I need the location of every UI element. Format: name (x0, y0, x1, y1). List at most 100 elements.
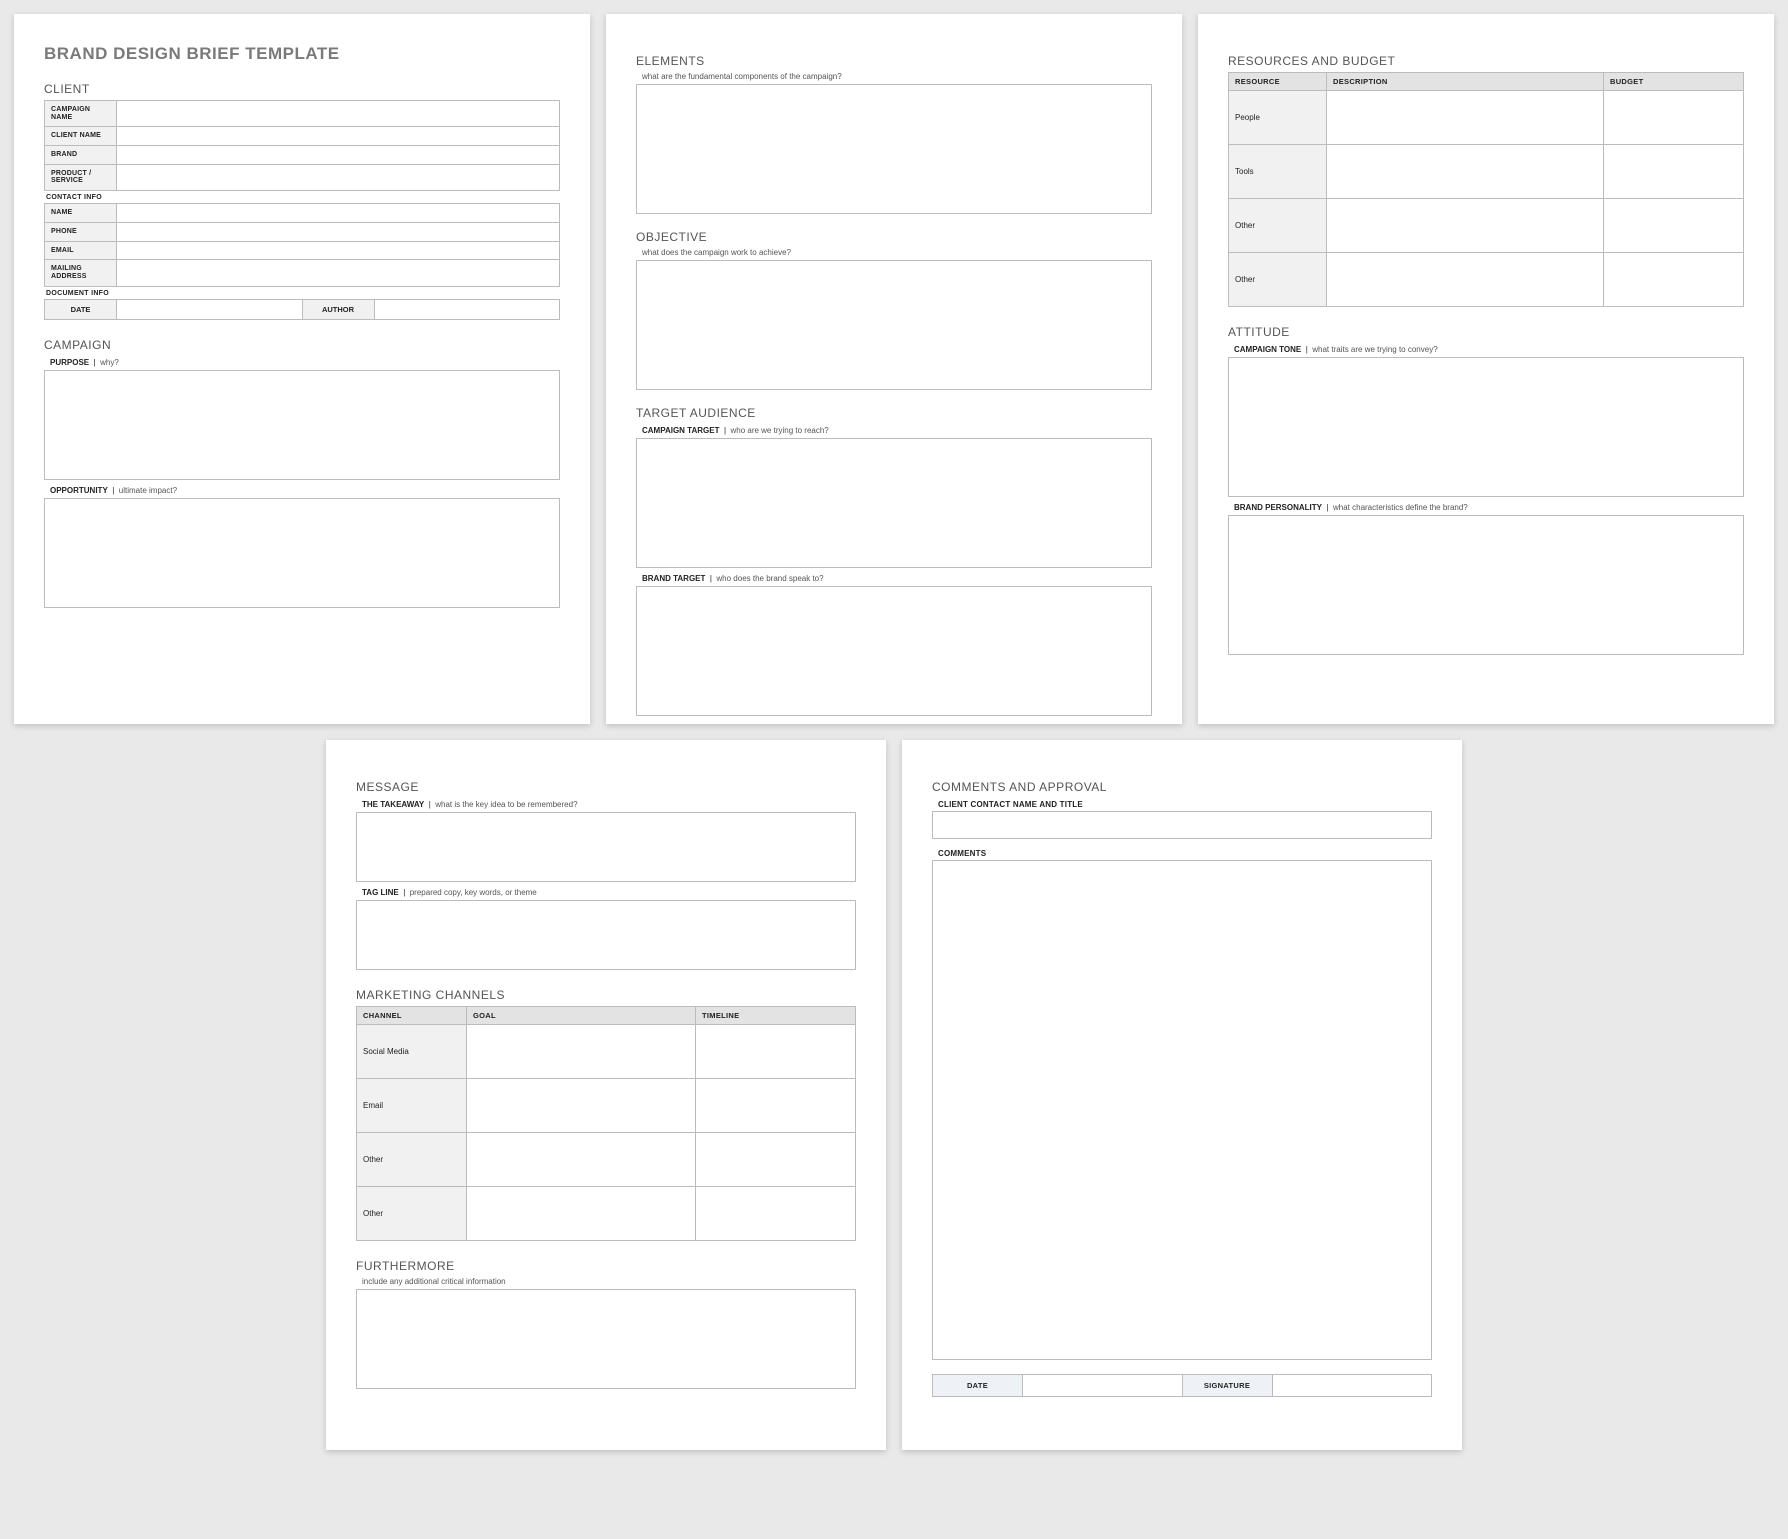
input-brand-target[interactable] (636, 586, 1152, 716)
input-sig-date[interactable] (1023, 1375, 1183, 1397)
input-name[interactable] (117, 204, 560, 223)
section-target-audience: TARGET AUDIENCE (636, 406, 1152, 420)
col-channel: CHANNEL (357, 1007, 467, 1025)
section-elements: ELEMENTS (636, 54, 1152, 68)
input-tone[interactable] (1228, 357, 1744, 497)
page-4: MESSAGE THE TAKEAWAY | what is the key i… (326, 740, 886, 1450)
input-purpose[interactable] (44, 370, 560, 480)
section-client: CLIENT (44, 82, 560, 96)
page-3: RESOURCES AND BUDGET RESOURCE DESCRIPTIO… (1198, 14, 1774, 724)
res-row-1: Tools (1229, 145, 1327, 199)
label-email: EMAIL (45, 241, 117, 260)
input-objective[interactable] (636, 260, 1152, 390)
input-client-contact[interactable] (932, 811, 1432, 839)
ch-tl-1[interactable] (696, 1079, 856, 1133)
page-1: BRAND DESIGN BRIEF TEMPLATE CLIENT CAMPA… (14, 14, 590, 724)
resources-table: RESOURCE DESCRIPTION BUDGET People Tools… (1228, 72, 1744, 307)
col-timeline: TIMELINE (696, 1007, 856, 1025)
res-budget-2[interactable] (1604, 199, 1744, 253)
ch-tl-0[interactable] (696, 1025, 856, 1079)
input-phone[interactable] (117, 222, 560, 241)
label-opportunity: OPPORTUNITY | ultimate impact? (50, 486, 560, 495)
section-attitude: ATTITUDE (1228, 325, 1744, 339)
label-name: NAME (45, 204, 117, 223)
ch-row-1: Email (357, 1079, 467, 1133)
res-desc-2[interactable] (1327, 199, 1604, 253)
col-goal: GOAL (467, 1007, 696, 1025)
input-email[interactable] (117, 241, 560, 260)
input-signature[interactable] (1272, 1375, 1432, 1397)
signature-table: DATE SIGNATURE (932, 1374, 1432, 1397)
input-date[interactable] (117, 299, 303, 319)
label-campaign-target: CAMPAIGN TARGET | who are we trying to r… (642, 426, 1152, 435)
res-desc-1[interactable] (1327, 145, 1604, 199)
group-doc-info: DOCUMENT INFO (44, 287, 560, 299)
ch-row-0: Social Media (357, 1025, 467, 1079)
label-brand-target: BRAND TARGET | who does the brand speak … (642, 574, 1152, 583)
input-takeaway[interactable] (356, 812, 856, 882)
section-objective: OBJECTIVE (636, 230, 1152, 244)
col-resource: RESOURCE (1229, 73, 1327, 91)
input-brand[interactable] (117, 146, 560, 165)
res-row-3: Other (1229, 253, 1327, 307)
res-budget-1[interactable] (1604, 145, 1744, 199)
hint-objective: what does the campaign work to achieve? (642, 248, 1152, 257)
label-purpose: PURPOSE | why? (50, 358, 560, 367)
label-date: DATE (45, 299, 117, 319)
res-desc-0[interactable] (1327, 91, 1604, 145)
ch-tl-3[interactable] (696, 1187, 856, 1241)
res-row-0: People (1229, 91, 1327, 145)
input-personality[interactable] (1228, 515, 1744, 655)
input-client-name[interactable] (117, 127, 560, 146)
section-resources-budget: RESOURCES AND BUDGET (1228, 54, 1744, 68)
res-budget-3[interactable] (1604, 253, 1744, 307)
input-campaign-name[interactable] (117, 101, 560, 127)
input-tagline[interactable] (356, 900, 856, 970)
input-opportunity[interactable] (44, 498, 560, 608)
doc-title: BRAND DESIGN BRIEF TEMPLATE (44, 44, 560, 64)
label-product: PRODUCT / SERVICE (45, 164, 117, 190)
input-furthermore[interactable] (356, 1289, 856, 1389)
label-client-name: CLIENT NAME (45, 127, 117, 146)
input-author[interactable] (374, 299, 560, 319)
ch-goal-3[interactable] (467, 1187, 696, 1241)
page-2: ELEMENTS what are the fundamental compon… (606, 14, 1182, 724)
col-description: DESCRIPTION (1327, 73, 1604, 91)
label-sig-date: DATE (933, 1375, 1023, 1397)
hint-furthermore: include any additional critical informat… (362, 1277, 856, 1286)
label-signature: SIGNATURE (1182, 1375, 1272, 1397)
section-campaign: CAMPAIGN (44, 338, 560, 352)
contact-table: NAME PHONE EMAIL MAILING ADDRESS (44, 203, 560, 286)
label-comments: COMMENTS (938, 849, 1432, 858)
channels-table: CHANNEL GOAL TIMELINE Social Media Email… (356, 1006, 856, 1241)
input-product[interactable] (117, 164, 560, 190)
label-tagline: TAG LINE | prepared copy, key words, or … (362, 888, 856, 897)
res-desc-3[interactable] (1327, 253, 1604, 307)
label-personality: BRAND PERSONALITY | what characteristics… (1234, 503, 1744, 512)
section-message: MESSAGE (356, 780, 856, 794)
label-brand: BRAND (45, 146, 117, 165)
label-takeaway: THE TAKEAWAY | what is the key idea to b… (362, 800, 856, 809)
input-address[interactable] (117, 260, 560, 286)
label-phone: PHONE (45, 222, 117, 241)
ch-tl-2[interactable] (696, 1133, 856, 1187)
col-budget: BUDGET (1604, 73, 1744, 91)
ch-goal-2[interactable] (467, 1133, 696, 1187)
input-elements[interactable] (636, 84, 1152, 214)
ch-goal-1[interactable] (467, 1079, 696, 1133)
label-author: AUTHOR (302, 299, 374, 319)
section-furthermore: FURTHERMORE (356, 1259, 856, 1273)
ch-row-3: Other (357, 1187, 467, 1241)
ch-row-2: Other (357, 1133, 467, 1187)
ch-goal-0[interactable] (467, 1025, 696, 1079)
input-campaign-target[interactable] (636, 438, 1152, 568)
input-comments[interactable] (932, 860, 1432, 1360)
label-client-contact: CLIENT CONTACT NAME AND TITLE (938, 800, 1432, 809)
label-tone: CAMPAIGN TONE | what traits are we tryin… (1234, 345, 1744, 354)
label-address: MAILING ADDRESS (45, 260, 117, 286)
page-5: COMMENTS AND APPROVAL CLIENT CONTACT NAM… (902, 740, 1462, 1450)
client-table: CAMPAIGN NAME CLIENT NAME BRAND PRODUCT … (44, 100, 560, 191)
hint-elements: what are the fundamental components of t… (642, 72, 1152, 81)
res-budget-0[interactable] (1604, 91, 1744, 145)
section-comments-approval: COMMENTS AND APPROVAL (932, 780, 1432, 794)
